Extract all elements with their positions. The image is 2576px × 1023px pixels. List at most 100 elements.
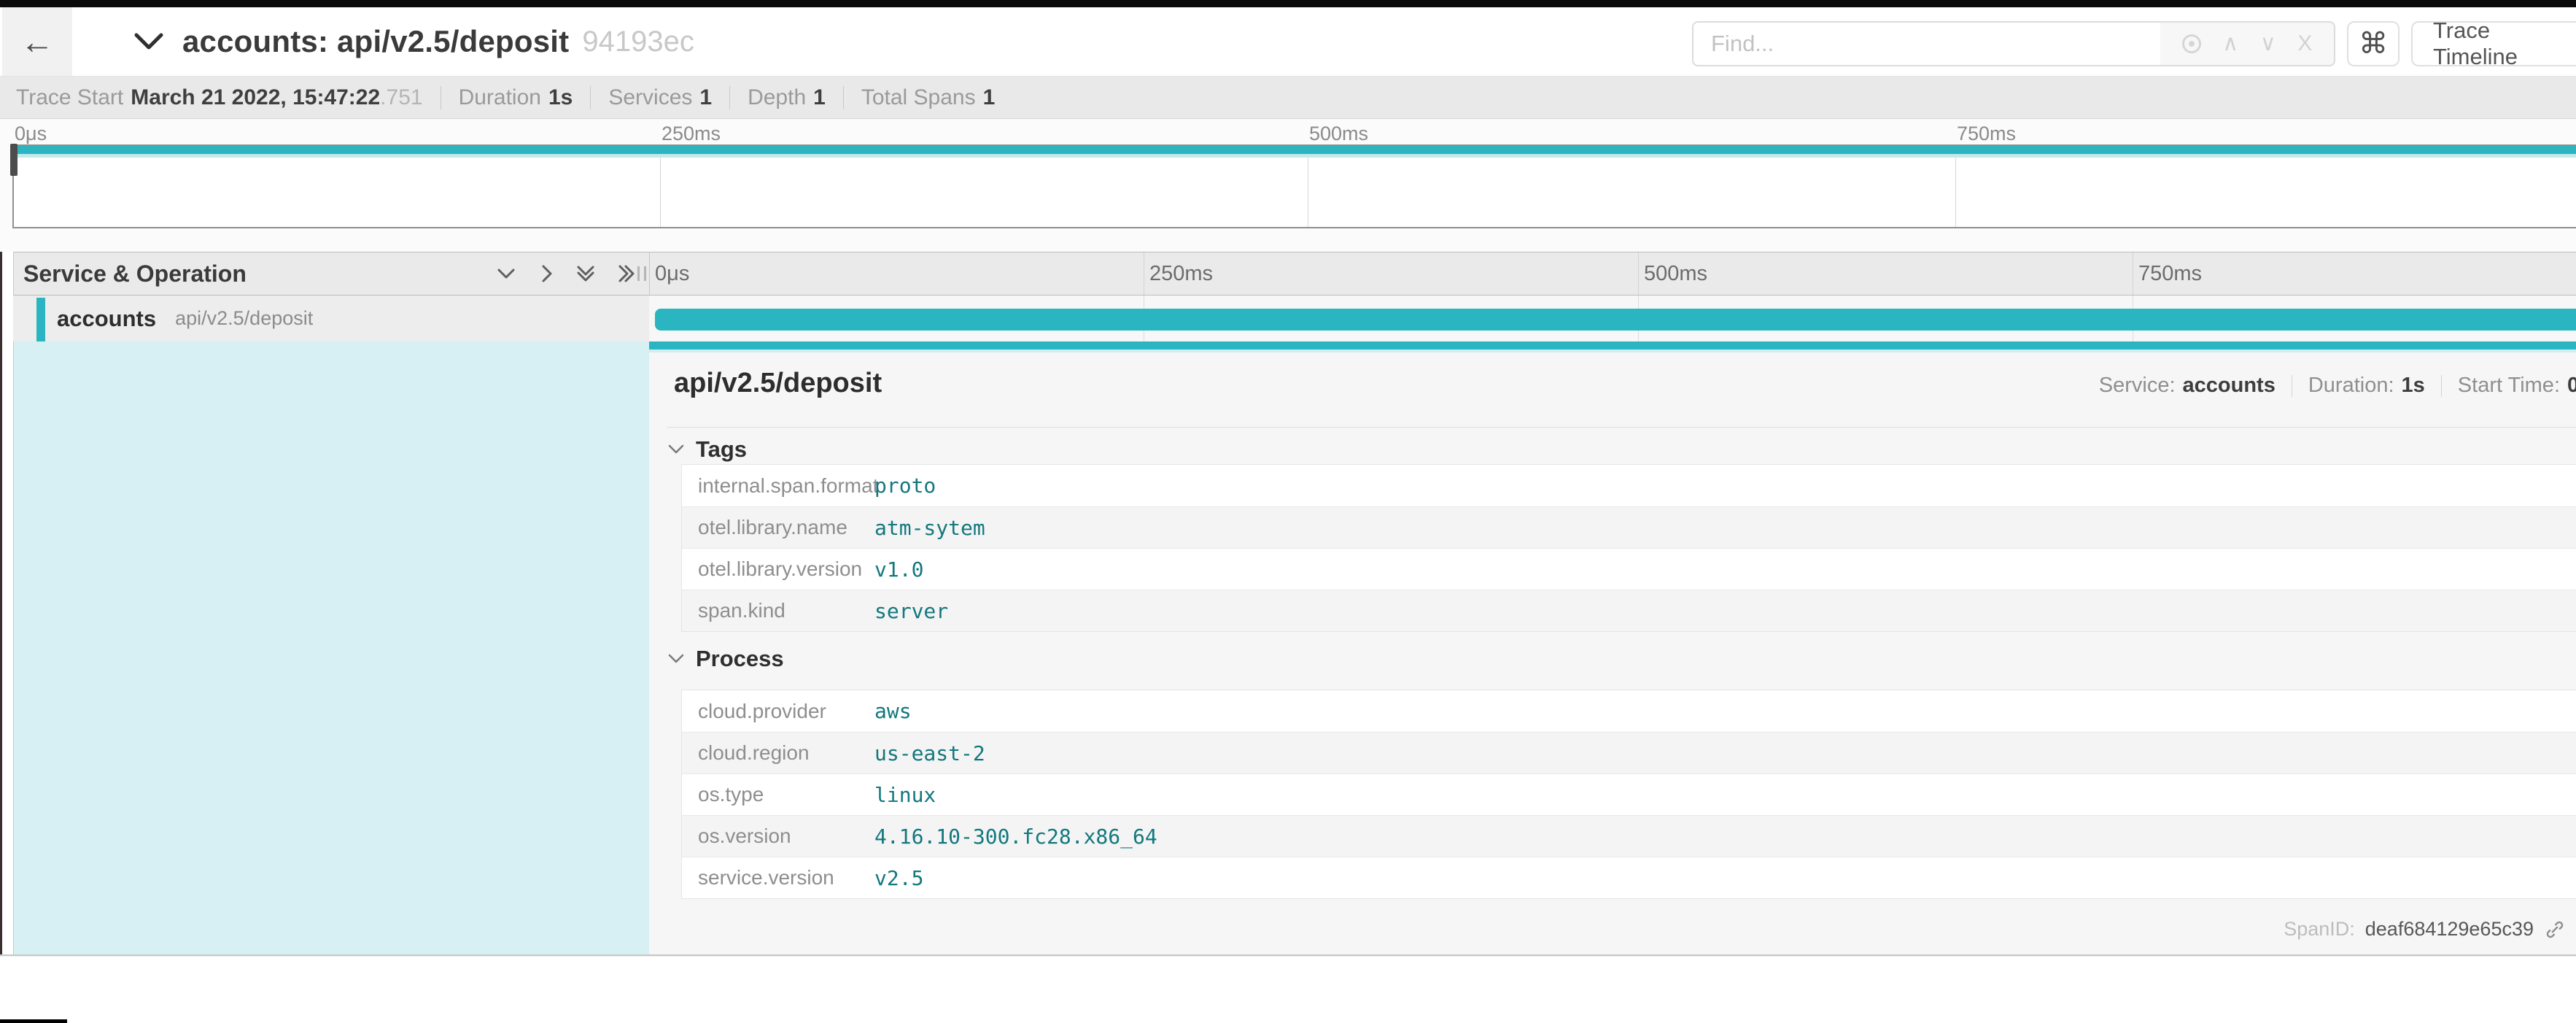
deep-link-icon[interactable] bbox=[2544, 919, 2566, 941]
process-key: cloud.provider bbox=[682, 700, 874, 723]
expand-all-icon[interactable] bbox=[614, 262, 637, 285]
detail-divider bbox=[667, 427, 2576, 428]
tags-section-toggle[interactable]: Tags bbox=[668, 436, 747, 463]
back-button[interactable]: ← bbox=[2, 7, 72, 76]
focus-match-icon[interactable] bbox=[2182, 34, 2201, 53]
tag-value: server bbox=[874, 599, 948, 623]
selected-span-name-column[interactable] bbox=[14, 341, 649, 954]
span-id-value: deaf684129e65c39 bbox=[2365, 918, 2534, 941]
detail-span-bar-shadow bbox=[649, 350, 2576, 352]
services-value: 1 bbox=[699, 85, 712, 110]
process-key: os.type bbox=[682, 783, 874, 806]
window-top-bar bbox=[0, 0, 2576, 7]
minimap-span-bar-shadow bbox=[14, 154, 2576, 158]
tag-row: internal.span.format proto bbox=[682, 465, 2576, 506]
process-value: us-east-2 bbox=[874, 741, 985, 765]
depth-label: Depth bbox=[748, 85, 806, 110]
divider bbox=[590, 86, 591, 109]
minimap-left-scrubber[interactable] bbox=[10, 144, 18, 176]
service-operation-header: Service & Operation bbox=[23, 252, 247, 295]
clear-find-icon[interactable]: X bbox=[2297, 33, 2312, 55]
service-value: accounts bbox=[2183, 374, 2276, 398]
tag-row: otel.library.name atm-sytem bbox=[682, 506, 2576, 548]
trace-header: ← accounts: api/v2.5/deposit 94193ec ∧ ∨… bbox=[0, 7, 2576, 77]
next-match-icon[interactable]: ∨ bbox=[2260, 33, 2276, 55]
minimap-tick-750: 750ms bbox=[1957, 123, 2016, 145]
trace-start-label: Trace Start bbox=[16, 85, 123, 110]
total-spans-value: 1 bbox=[983, 85, 996, 110]
timeline-gridline bbox=[1638, 252, 1639, 295]
process-row: os.type linux bbox=[682, 773, 2576, 815]
minimap-gridline bbox=[660, 158, 661, 227]
span-id-footer: SpanID: deaf684129e65c39 bbox=[2284, 918, 2566, 941]
timeline-tick-500: 500ms bbox=[1644, 252, 1707, 295]
span-operation-name: api/v2.5/deposit bbox=[175, 307, 313, 330]
process-key: cloud.region bbox=[682, 741, 874, 765]
collapse-all-icon[interactable] bbox=[574, 262, 597, 285]
timeline-tick-750: 750ms bbox=[2138, 252, 2202, 295]
detail-span-bar[interactable] bbox=[649, 341, 2576, 350]
span-detail-title: api/v2.5/deposit bbox=[674, 368, 882, 399]
trace-summary-bar: Trace Start March 21 2022, 15:47:22 .751… bbox=[0, 77, 2576, 119]
minimap-tick-0: 0μs bbox=[15, 123, 47, 145]
tag-key: otel.library.name bbox=[682, 516, 874, 539]
process-value: 4.16.10-300.fc28.x86_64 bbox=[874, 825, 1157, 849]
divider bbox=[729, 86, 730, 109]
span-row-timeline-cell[interactable] bbox=[649, 296, 2576, 341]
chevron-down-icon bbox=[668, 654, 684, 664]
trace-view-selector[interactable]: Trace Timeline bbox=[2411, 21, 2576, 66]
tag-key: otel.library.version bbox=[682, 557, 874, 581]
chevron-down-icon bbox=[668, 444, 684, 455]
bottom-left-mark bbox=[0, 1019, 67, 1023]
divider bbox=[843, 86, 844, 109]
trace-view-label: Trace Timeline bbox=[2433, 18, 2574, 70]
expand-one-icon[interactable] bbox=[535, 262, 558, 285]
process-value: aws bbox=[874, 699, 912, 723]
tag-row: otel.library.version v1.0 bbox=[682, 548, 2576, 590]
column-divider bbox=[649, 252, 650, 295]
minimap-span-bar bbox=[14, 146, 2576, 154]
process-key: os.version bbox=[682, 825, 874, 848]
keyboard-shortcuts-button[interactable]: ⌘ bbox=[2347, 21, 2400, 66]
span-service-name: accounts bbox=[57, 306, 156, 332]
divider bbox=[2441, 375, 2442, 397]
tag-key: internal.span.format bbox=[682, 474, 874, 498]
timeline-tick-0: 0μs bbox=[655, 252, 689, 295]
depth-value: 1 bbox=[813, 85, 826, 110]
command-key-icon: ⌘ bbox=[2359, 27, 2388, 61]
page-title: accounts: api/v2.5/deposit 94193ec bbox=[182, 7, 694, 76]
service-label: Service: bbox=[2099, 374, 2176, 398]
duration-label: Duration bbox=[459, 85, 541, 110]
duration-value: 1s bbox=[2402, 374, 2425, 398]
process-section-toggle[interactable]: Process bbox=[668, 646, 784, 672]
column-resize-grip[interactable] bbox=[637, 266, 646, 281]
process-row: os.version 4.16.10-300.fc28.x86_64 bbox=[682, 815, 2576, 857]
process-key: service.version bbox=[682, 866, 874, 889]
tags-section-title: Tags bbox=[696, 436, 747, 463]
process-value: v2.5 bbox=[874, 866, 923, 890]
prev-match-icon[interactable]: ∧ bbox=[2222, 33, 2238, 55]
tags-table: internal.span.format proto otel.library.… bbox=[681, 464, 2576, 632]
minimap-gridline bbox=[1955, 158, 1956, 227]
span-table-header: Service & Operation 0μs 250ms 500ms 750m… bbox=[13, 252, 2576, 296]
collapse-trace-icon[interactable] bbox=[133, 32, 164, 51]
process-row: service.version v2.5 bbox=[682, 857, 2576, 898]
start-time-value: 0μs bbox=[2567, 374, 2576, 398]
span-graph-minimap: 0μs 250ms 500ms 750ms bbox=[0, 119, 2576, 252]
collapse-one-icon[interactable] bbox=[494, 262, 518, 285]
duration-label: Duration: bbox=[2308, 374, 2394, 398]
span-id-label: SpanID: bbox=[2284, 918, 2355, 941]
span-row-name-cell[interactable]: accounts api/v2.5/deposit bbox=[13, 296, 649, 341]
total-spans-label: Total Spans bbox=[861, 85, 976, 110]
find-toolbar: ∧ ∨ X bbox=[2160, 21, 2335, 66]
tag-row: span.kind server bbox=[682, 590, 2576, 631]
process-table: cloud.provider aws cloud.region us-east-… bbox=[681, 690, 2576, 899]
trace-id-short: 94193ec bbox=[582, 26, 694, 58]
jaeger-trace-page: ← accounts: api/v2.5/deposit 94193ec ∧ ∨… bbox=[0, 0, 2576, 1023]
collapse-controls bbox=[494, 252, 637, 295]
find-input[interactable] bbox=[1692, 21, 2162, 66]
trace-start-fraction: .751 bbox=[380, 85, 422, 110]
process-row: cloud.region us-east-2 bbox=[682, 732, 2576, 773]
span-duration-bar[interactable] bbox=[655, 309, 2576, 331]
detail-bottom-border-soft bbox=[0, 956, 2576, 957]
